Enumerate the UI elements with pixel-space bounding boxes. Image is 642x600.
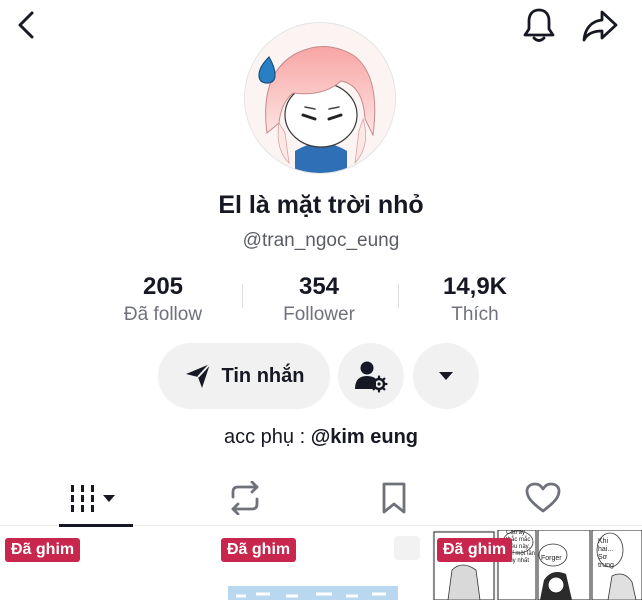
tab-reposts[interactable] [205,470,285,526]
more-options-button[interactable] [413,343,479,409]
caret-down-icon [439,372,453,380]
video-thumbnail[interactable]: Đã ghim [216,530,428,600]
repost-icon [231,481,259,515]
stat-divider [398,284,399,308]
likes-count: 14,9K [442,273,508,300]
suggested-accounts-button[interactable] [338,343,404,409]
chevron-left-icon [18,11,34,39]
followers-count: 354 [298,273,340,300]
stat-divider [242,284,243,308]
pinned-badge: Đã ghim [5,538,81,562]
display-name: El là mặt trời nhỏ [218,191,424,219]
followers-label: Follower [283,304,355,325]
heart-outline-icon [525,482,561,513]
tab-saved[interactable] [354,470,434,526]
message-button[interactable]: Tin nhắn [158,343,330,409]
share-arrow-icon [582,10,618,42]
bookmark-icon [382,482,406,514]
likes-stat[interactable]: 14,9K Thích [400,272,550,328]
following-label: Đã follow [123,304,203,325]
grid-bars-icon [71,485,115,512]
content-tabs [0,470,642,527]
pinned-badge: Đã ghim [437,538,513,562]
profile-actions: Tin nhắn [0,343,642,409]
following-stat[interactable]: 205 Đã follow [88,272,238,328]
video-thumbnail[interactable]: Đã ghim [0,530,212,600]
bio-text: acc phụ : [223,426,311,448]
anime-girl-avatar [245,23,395,173]
manga-speech-text: Khi hai... Sơ trung [598,538,614,569]
tab-liked[interactable] [503,470,583,526]
username: @tran_ngoc_eung [242,230,400,251]
followers-stat[interactable]: 354 Follower [244,272,394,328]
pinned-badge: Đã ghim [221,538,297,562]
profile-bio: acc phụ : @kim eung [0,426,642,449]
send-icon [185,363,211,388]
back-button[interactable] [10,8,44,42]
user-settings-icon [355,361,388,393]
manga-speech-text: Forger [541,555,562,562]
share-button[interactable] [580,6,620,46]
tab-videos[interactable] [55,470,135,527]
following-count: 205 [142,273,184,300]
notification-button[interactable] [520,6,558,44]
video-grid: Đã ghim Đã ghim Cậu ấy thắc mắc điều này… [0,530,642,600]
bio-mention[interactable]: @kim eung [311,426,418,448]
likes-label: Thích [451,304,499,325]
video-thumbnail[interactable]: Cậu ấy thắc mắc điều này, chỉ một lần du… [432,530,642,600]
profile-avatar[interactable] [244,22,396,174]
message-button-label: Tin nhắn [221,364,305,387]
profile-stats: 205 Đã follow 354 Follower 14,9K Thích [0,272,642,328]
bell-icon [523,8,555,42]
